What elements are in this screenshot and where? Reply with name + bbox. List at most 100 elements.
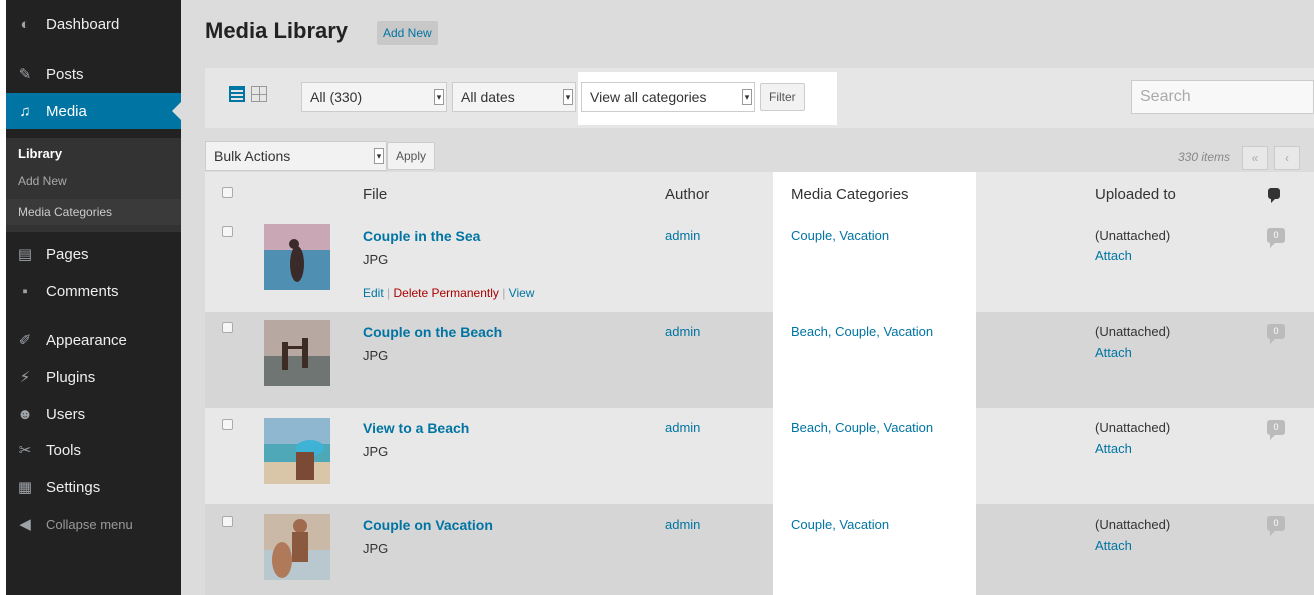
submenu-library[interactable]: Library — [18, 146, 62, 161]
sidebar-item-label: Tools — [46, 441, 82, 459]
media-categories-links[interactable]: Beach, Couple, Vacation — [791, 420, 933, 435]
sidebar-item-label: Pages — [46, 245, 89, 263]
comments-column-icon — [1268, 188, 1280, 203]
sidebar-item-posts[interactable]: ✎ Posts — [6, 56, 181, 92]
column-header-uploaded-to[interactable]: Uploaded to — [1095, 186, 1176, 203]
sidebar-item-pages[interactable]: ▤ Pages — [6, 236, 181, 272]
file-title-link[interactable]: Couple in the Sea — [363, 228, 480, 244]
sidebar-item-settings[interactable]: ▦ Settings — [6, 469, 181, 505]
row-checkbox[interactable] — [222, 226, 233, 237]
attach-link[interactable]: Attach — [1095, 538, 1132, 553]
thumbnail-couple-on-the-beach[interactable] — [264, 320, 330, 386]
filter-button[interactable]: Filter — [760, 83, 805, 111]
plugin-icon: ⚡ — [19, 369, 31, 386]
page-title: Media Library — [205, 18, 349, 43]
media-categories-links[interactable]: Beach, Couple, Vacation — [791, 324, 933, 339]
settings-icon: ▦ — [17, 479, 33, 496]
sidebar-item-tools[interactable]: ✂ Tools — [6, 432, 181, 468]
sidebar-item-label: Dashboard — [46, 15, 120, 33]
thumbnail-couple-in-the-sea[interactable] — [264, 224, 330, 290]
sidebar-item-users[interactable]: ☻ Users — [6, 396, 181, 432]
submenu-add-new[interactable]: Add New — [18, 174, 67, 188]
date-filter-value: All dates — [461, 89, 515, 105]
prev-page-button[interactable]: ‹ — [1274, 146, 1300, 170]
sidebar-item-label: Settings — [46, 478, 101, 496]
file-type: JPG — [363, 348, 389, 363]
add-new-button[interactable]: Add New — [377, 21, 438, 45]
grid-view-icon[interactable] — [251, 86, 267, 102]
item-count: 330 items — [1178, 150, 1231, 164]
brush-icon: ✐ — [18, 332, 32, 349]
type-filter-select[interactable]: All (330) ▾ — [301, 82, 447, 112]
chevron-down-icon: ▾ — [563, 89, 573, 105]
author-link[interactable]: admin — [665, 420, 700, 435]
collapse-icon: ◀ — [19, 516, 31, 533]
comment-count-bubble[interactable]: 0 — [1267, 324, 1285, 344]
attach-link[interactable]: Attach — [1095, 441, 1132, 456]
file-title-link[interactable]: View to a Beach — [363, 420, 469, 436]
row-checkbox[interactable] — [222, 516, 233, 527]
author-link[interactable]: admin — [665, 228, 700, 243]
uploaded-to-status: (Unattached) — [1095, 228, 1171, 243]
date-filter-select[interactable]: All dates ▾ — [452, 82, 576, 112]
admin-sidebar: ◐ Dashboard ✎ Posts ♫ Media Library Add … — [6, 0, 181, 595]
sidebar-item-label: Plugins — [46, 368, 96, 386]
sidebar-item-plugins[interactable]: ⚡ Plugins — [6, 359, 181, 395]
view-link[interactable]: View — [509, 286, 535, 300]
uploaded-to-status: (Unattached) — [1095, 517, 1171, 532]
sidebar-item-label: Comments — [46, 282, 119, 300]
thumbnail-view-to-a-beach[interactable] — [264, 418, 330, 484]
users-icon: ☻ — [17, 405, 33, 423]
author-link[interactable]: admin — [665, 517, 700, 532]
uploaded-to-status: (Unattached) — [1095, 324, 1171, 339]
comment-icon: ▪ — [22, 282, 28, 300]
apply-button[interactable]: Apply — [387, 142, 436, 170]
column-header-file[interactable]: File — [363, 186, 387, 203]
file-title-link[interactable]: Couple on the Beach — [363, 324, 502, 340]
comment-count-bubble[interactable]: 0 — [1267, 420, 1285, 440]
column-header-media-categories[interactable]: Media Categories — [791, 186, 909, 203]
category-filter-value: View all categories — [590, 89, 707, 105]
main-content: Media Library Add New All (330) ▾ All da… — [181, 0, 1314, 595]
sidebar-item-appearance[interactable]: ✐ Appearance — [6, 322, 181, 358]
row-checkbox[interactable] — [222, 322, 233, 333]
first-page-button[interactable]: « — [1242, 146, 1268, 170]
chevron-down-icon: ▾ — [434, 89, 444, 105]
sidebar-item-comments[interactable]: ▪ Comments — [6, 273, 181, 309]
type-filter-value: All (330) — [310, 89, 363, 105]
bulk-actions-select[interactable]: Bulk Actions ▾ — [205, 141, 387, 171]
file-type: JPG — [363, 444, 389, 459]
select-all-checkbox[interactable] — [222, 187, 233, 198]
edit-link[interactable]: Edit — [363, 286, 384, 300]
thumbnail-couple-on-vacation[interactable] — [264, 514, 330, 580]
bulk-actions-value: Bulk Actions — [214, 148, 291, 164]
sidebar-item-label: Users — [46, 405, 86, 423]
file-type: JPG — [363, 541, 389, 556]
sidebar-item-label: Collapse menu — [46, 516, 133, 532]
submenu-media-categories[interactable]: Media Categories — [6, 199, 181, 225]
attach-link[interactable]: Attach — [1095, 248, 1132, 263]
attach-link[interactable]: Attach — [1095, 345, 1132, 360]
column-header-author[interactable]: Author — [665, 186, 709, 203]
file-title-link[interactable]: Couple on Vacation — [363, 517, 493, 533]
row-actions: Edit | Delete Permanently | View — [363, 286, 534, 300]
delete-permanently-link[interactable]: Delete Permanently — [393, 286, 498, 300]
search-input[interactable]: Search — [1131, 80, 1314, 114]
sidebar-item-media[interactable]: ♫ Media — [6, 93, 181, 129]
list-view-icon[interactable] — [229, 86, 245, 102]
pin-icon: ✎ — [18, 66, 32, 83]
sidebar-item-label: Appearance — [46, 331, 127, 349]
comment-count-bubble[interactable]: 0 — [1267, 228, 1285, 248]
row-checkbox[interactable] — [222, 419, 233, 430]
wrench-icon: ✂ — [18, 442, 32, 459]
sidebar-item-dashboard[interactable]: ◐ Dashboard — [6, 6, 181, 42]
file-type: JPG — [363, 252, 389, 267]
media-categories-links[interactable]: Couple, Vacation — [791, 517, 889, 532]
collapse-menu-button[interactable]: ◀ Collapse menu — [6, 506, 181, 542]
author-link[interactable]: admin — [665, 324, 700, 339]
comment-count-bubble[interactable]: 0 — [1267, 516, 1285, 536]
page-icon: ▤ — [17, 246, 33, 263]
media-icon: ♫ — [19, 102, 31, 120]
category-filter-select[interactable]: View all categories ▾ — [581, 82, 755, 112]
media-categories-links[interactable]: Couple, Vacation — [791, 228, 889, 243]
